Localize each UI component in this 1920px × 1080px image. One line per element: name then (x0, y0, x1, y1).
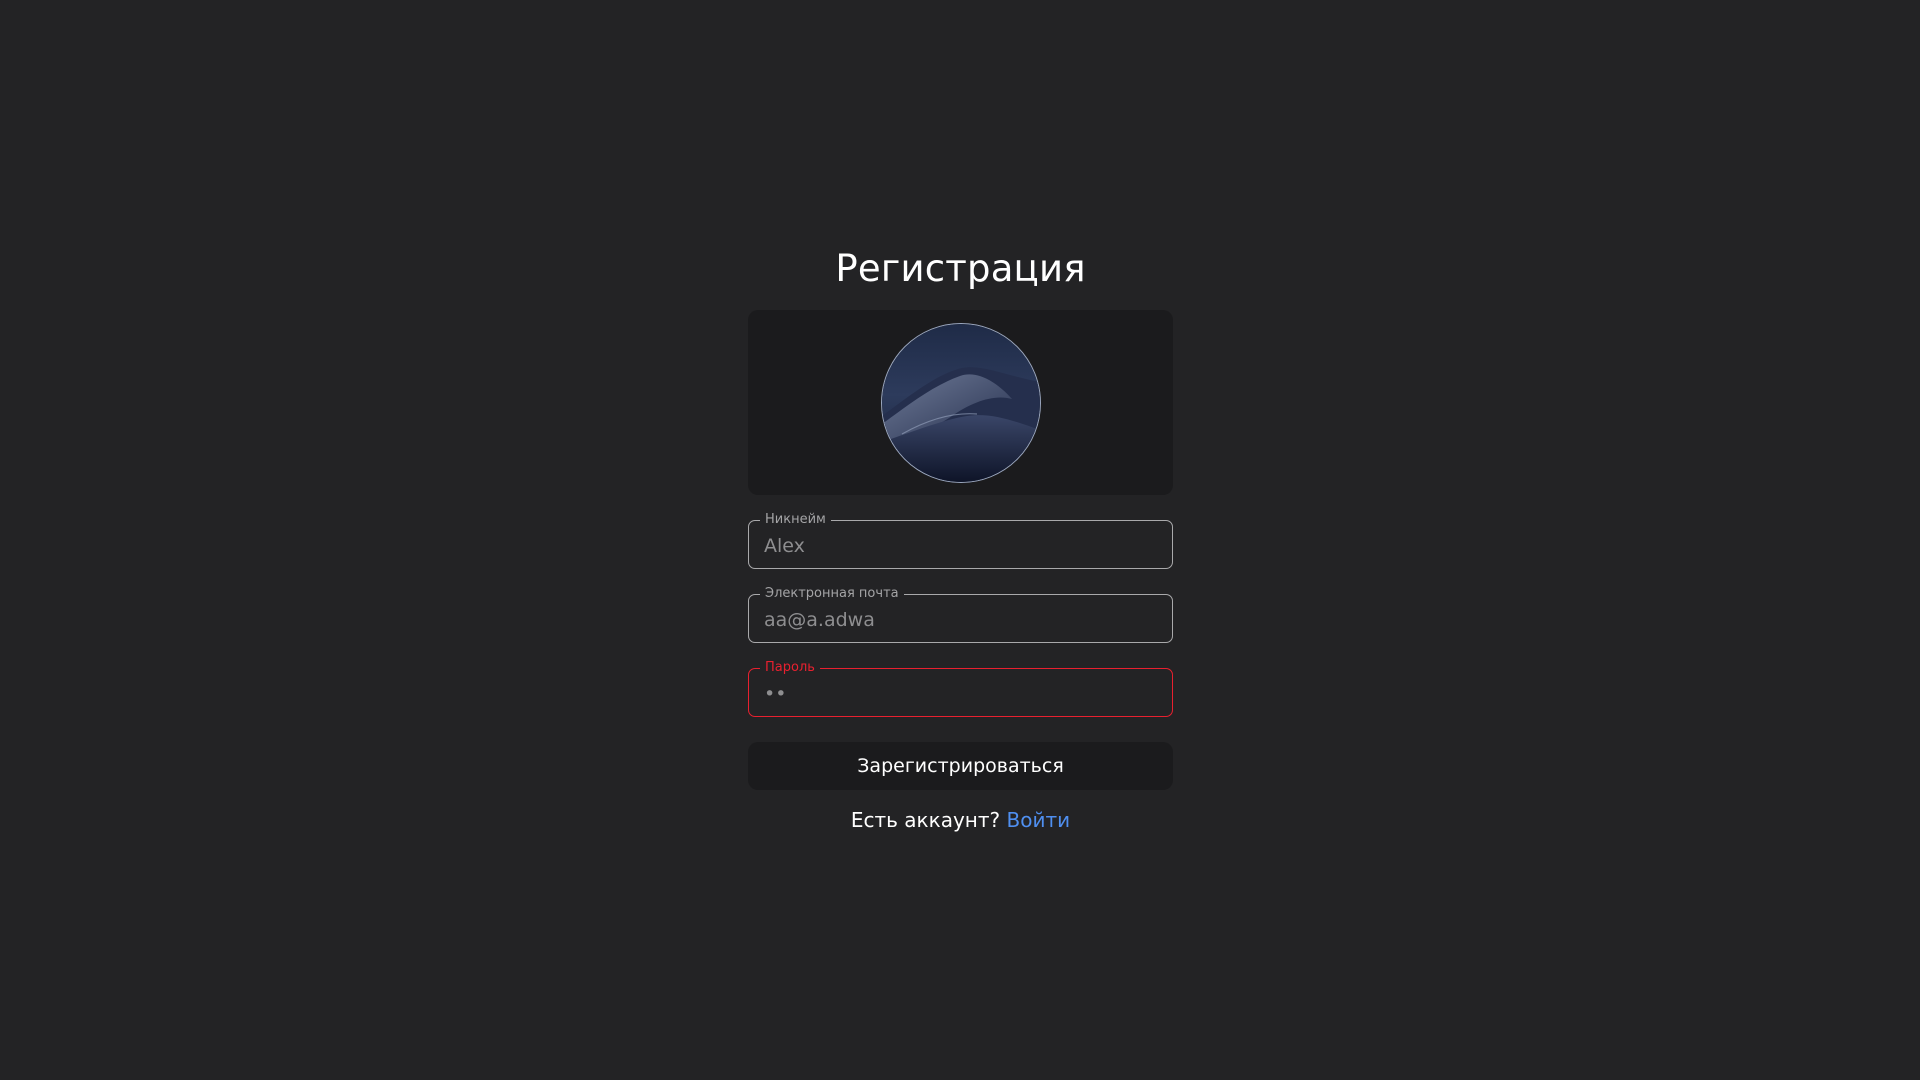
nickname-label: Никнейм (760, 512, 831, 528)
login-prompt: Есть аккаунт? Войти (748, 808, 1173, 832)
avatar-image[interactable] (880, 322, 1041, 483)
password-label: Пароль (760, 660, 820, 676)
avatar-upload-area[interactable] (748, 310, 1173, 495)
have-account-text: Есть аккаунт? (850, 808, 1001, 832)
registration-form: Регистрация Никнейм Alex Электронная поч… (748, 240, 1173, 832)
password-field[interactable]: Пароль (748, 660, 1173, 717)
password-input[interactable] (764, 681, 1157, 707)
email-label: Электронная почта (760, 586, 904, 602)
login-link[interactable]: Войти (1007, 808, 1071, 832)
nickname-field[interactable]: Никнейм (748, 512, 1173, 569)
nickname-input[interactable] (764, 533, 1157, 559)
email-input[interactable] (764, 607, 1157, 633)
page-title: Регистрация (835, 247, 1086, 290)
email-field[interactable]: Электронная почта (748, 586, 1173, 643)
register-button[interactable]: Зарегистрироваться (748, 742, 1173, 790)
registration-page: Регистрация Никнейм Alex Электронная поч… (0, 0, 1920, 1080)
